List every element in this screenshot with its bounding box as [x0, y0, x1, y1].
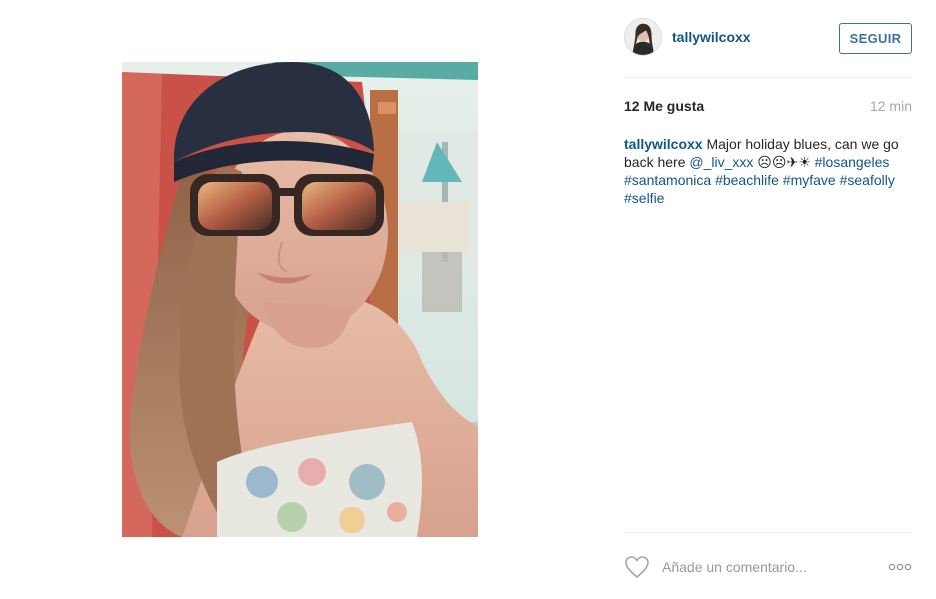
avatar[interactable] — [624, 18, 662, 56]
caption-username[interactable]: tallywilcoxx — [624, 136, 703, 152]
hashtag-link[interactable]: #santamonica — [624, 172, 711, 188]
post-header: tallywilcoxx SEGUIR — [624, 18, 912, 60]
heart-icon[interactable] — [624, 555, 650, 579]
divider — [624, 532, 912, 533]
follow-button[interactable]: SEGUIR — [839, 23, 912, 54]
mention-link[interactable]: @_liv_xxx — [689, 154, 753, 170]
post-time[interactable]: 12 min — [870, 98, 912, 114]
caption-emoji: ☹☹✈☀ — [753, 154, 815, 170]
hashtag-link[interactable]: #seafolly — [840, 172, 895, 188]
post-details-panel: tallywilcoxx SEGUIR 12 Me gusta 12 min t… — [624, 0, 912, 599]
hashtag-link[interactable]: #myfave — [783, 172, 836, 188]
comment-input[interactable] — [662, 555, 872, 579]
selfie-image — [122, 62, 478, 537]
user-avatar-image — [625, 19, 661, 55]
hashtag-link[interactable]: #beachlife — [715, 172, 779, 188]
post-photo[interactable] — [122, 62, 478, 537]
divider — [624, 77, 912, 78]
likes-count[interactable]: 12 Me gusta — [624, 98, 704, 114]
more-options-icon[interactable] — [888, 560, 912, 574]
hashtag-link[interactable]: #selfie — [624, 190, 664, 206]
username-link[interactable]: tallywilcoxx — [672, 29, 751, 45]
post-meta: 12 Me gusta 12 min — [624, 98, 912, 116]
comment-bar — [624, 552, 912, 582]
post-caption: tallywilcoxx Major holiday blues, can we… — [624, 135, 912, 207]
hashtag-link[interactable]: #losangeles — [815, 154, 890, 170]
